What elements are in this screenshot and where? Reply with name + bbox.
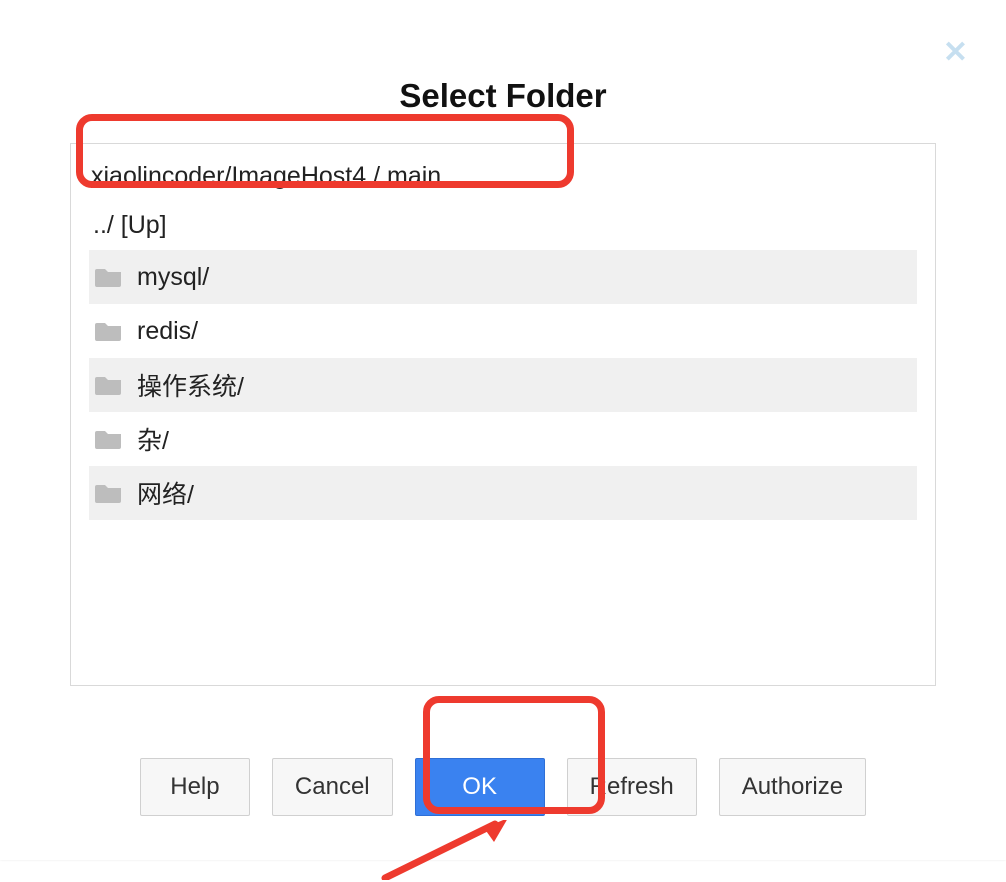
folder-name: 网络/ xyxy=(137,475,194,511)
folder-icon xyxy=(95,428,123,450)
folder-browser: xiaolincoder/ImageHost4 / main ../ [Up] … xyxy=(70,143,936,686)
select-folder-dialog: ✕ Select Folder xiaolincoder/ImageHost4 … xyxy=(0,0,1006,860)
folder-name: mysql/ xyxy=(137,263,209,292)
folder-row[interactable]: mysql/ xyxy=(89,250,917,304)
folder-icon xyxy=(95,482,123,504)
ok-button[interactable]: OK xyxy=(415,758,545,816)
folder-row[interactable]: 网络/ xyxy=(89,466,917,520)
close-icon[interactable]: ✕ xyxy=(943,38,968,68)
folder-icon xyxy=(95,320,123,342)
breadcrumb-sep: / xyxy=(366,162,387,190)
breadcrumb-branch[interactable]: main xyxy=(387,162,441,190)
folder-name: redis/ xyxy=(137,317,198,346)
folder-list: mysql/ redis/ 操作系统/ 杂/ xyxy=(89,250,917,520)
help-button[interactable]: Help xyxy=(140,758,250,816)
folder-name: 操作系统/ xyxy=(137,367,244,403)
breadcrumb-repo[interactable]: xiaolincoder/ImageHost4 xyxy=(91,162,366,190)
cancel-button[interactable]: Cancel xyxy=(272,758,393,816)
folder-row[interactable]: redis/ xyxy=(89,304,917,358)
folder-row[interactable]: 操作系统/ xyxy=(89,358,917,412)
folder-name: 杂/ xyxy=(137,421,169,457)
annotation-arrow-icon xyxy=(380,820,510,880)
refresh-button[interactable]: Refresh xyxy=(567,758,697,816)
folder-icon xyxy=(95,266,123,288)
up-folder[interactable]: ../ [Up] xyxy=(89,205,917,250)
dialog-buttons: Help Cancel OK Refresh Authorize xyxy=(0,758,1006,816)
authorize-button[interactable]: Authorize xyxy=(719,758,866,816)
dialog-title: Select Folder xyxy=(0,77,1006,115)
breadcrumb: xiaolincoder/ImageHost4 / main xyxy=(91,162,917,191)
folder-icon xyxy=(95,374,123,396)
folder-row[interactable]: 杂/ xyxy=(89,412,917,466)
